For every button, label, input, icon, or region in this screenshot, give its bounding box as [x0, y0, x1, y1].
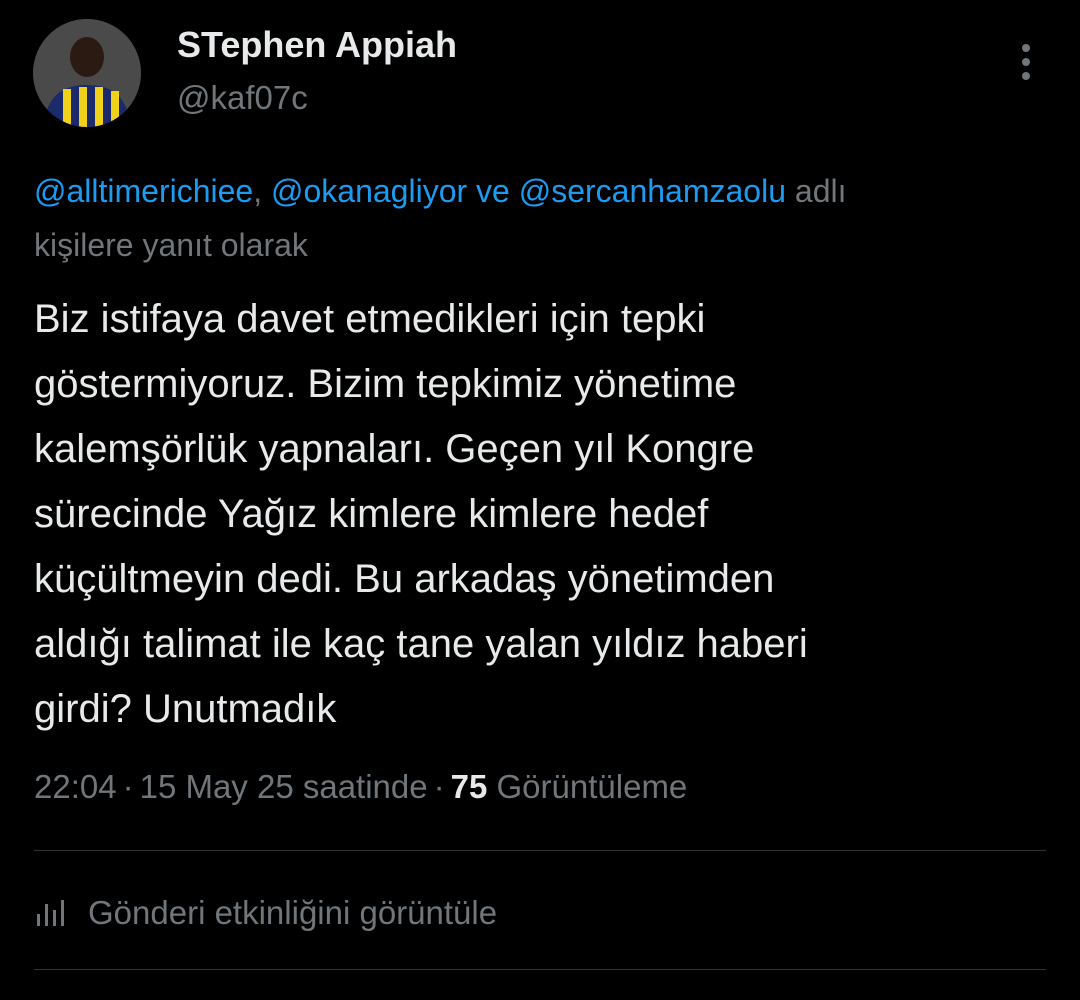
mention-conjunction: ve	[476, 173, 510, 209]
tweet-time[interactable]: 22:04	[34, 768, 117, 805]
views-label: Görüntüleme	[496, 768, 688, 805]
divider	[34, 850, 1046, 851]
meta-separator: ·	[122, 768, 134, 805]
views-count: 75	[450, 768, 488, 805]
reply-context-line1: @alltimerichiee, @okanagliyor ve @sercan…	[34, 164, 1080, 218]
user-avatar[interactable]	[33, 19, 141, 127]
reply-context-line2: kişilere yanıt olarak	[34, 227, 308, 263]
view-post-activity-button[interactable]: Gönderi etkinliğini görüntüle	[34, 888, 497, 938]
author-display-name[interactable]: STephen Appiah	[177, 24, 457, 66]
author-handle[interactable]: @kaf07c	[177, 79, 308, 117]
tweet-text-line: sürecinde Yağız kimlere kimlere hedef	[34, 492, 709, 536]
avatar-image	[33, 19, 141, 127]
reply-context: @alltimerichiee, @okanagliyor ve @sercan…	[34, 164, 1080, 272]
tweet-text-line: göstermiyoruz. Bizim tepkimiz yönetime	[34, 362, 737, 406]
tweet-text-line: küçültmeyin dedi. Bu arkadaş yönetimden	[34, 557, 775, 601]
tweet-text-line: Biz istifaya davet etmedikleri için tepk…	[34, 297, 706, 341]
tweet-date[interactable]: 15 May 25 saatinde	[140, 768, 428, 805]
view-post-activity-label: Gönderi etkinliğini görüntüle	[88, 894, 498, 931]
more-options-button[interactable]	[1006, 40, 1046, 84]
mention-link[interactable]: @alltimerichiee	[34, 173, 253, 209]
tweet-text-line: girdi? Unutmadık	[34, 687, 337, 731]
meta-separator: ·	[433, 768, 445, 805]
tweet-meta: 22:04 · 15 May 25 saatinde · 75 Görüntüleme	[34, 768, 687, 806]
mention-link[interactable]: @sercanhamzaolu	[519, 173, 786, 209]
analytics-bars-icon	[37, 900, 64, 926]
tweet-text-line: aldığı talimat ile kaç tane yalan yıldız…	[34, 622, 808, 666]
divider	[34, 969, 1046, 970]
tweet-text: Biz istifaya davet etmedikleri için tepk…	[34, 287, 1044, 742]
tweet-text-line: kalemşörlük yapnaları. Geçen yıl Kongre	[34, 427, 755, 471]
tweet-detail: STephen Appiah @kaf07c @alltimerichiee, …	[0, 0, 1080, 1000]
reply-context-suffix: adlı	[794, 173, 847, 209]
mention-separator: ,	[253, 173, 263, 209]
more-vertical-icon	[1022, 44, 1030, 80]
mention-link[interactable]: @okanagliyor	[271, 173, 467, 209]
